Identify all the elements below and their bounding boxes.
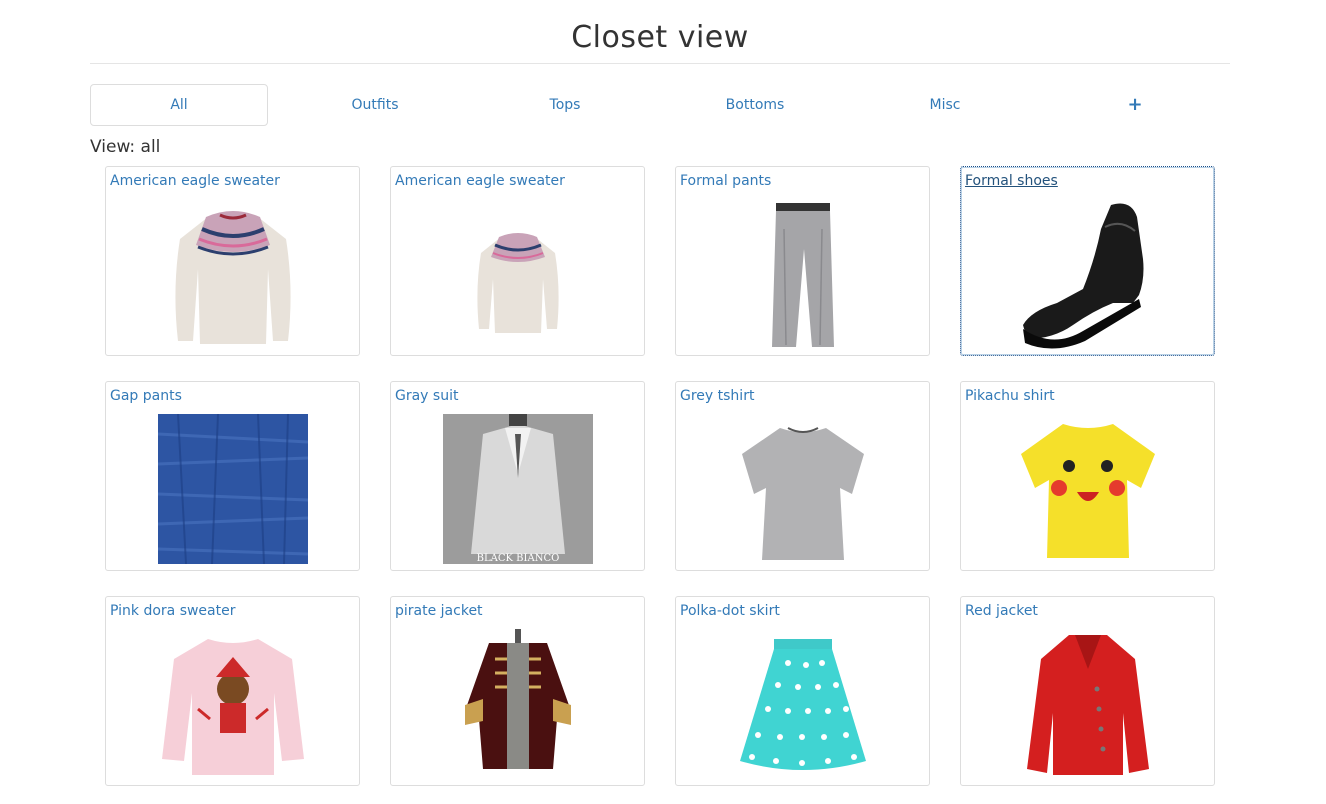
pikachu-shirt-image [1013,414,1163,564]
item-name-link[interactable]: Formal shoes [965,172,1058,190]
polka-skirt-image [728,629,878,779]
item-card[interactable]: American eagle sweater [105,166,360,356]
item-name-link[interactable]: Pink dora sweater [110,602,236,620]
item-card[interactable]: Polka-dot skirt [675,596,930,786]
add-tab-button[interactable]: + [1040,84,1230,126]
item-name-link[interactable]: American eagle sweater [395,172,565,190]
item-card[interactable]: Gray suit BLACK BIANCO [390,381,645,571]
pink-sweater-image [158,629,308,779]
tab-outfits[interactable]: Outfits [280,84,470,126]
denim-fabric-image [158,414,308,564]
item-card[interactable]: American eagle sweater [390,166,645,356]
tab-tops[interactable]: Tops [470,84,660,126]
tab-all[interactable]: All [90,84,268,126]
item-name-link[interactable]: Polka-dot skirt [680,602,780,620]
item-name-link[interactable]: Red jacket [965,602,1038,620]
item-card[interactable]: Grey tshirt [675,381,930,571]
item-card[interactable]: Red jacket [960,596,1215,786]
category-tabs: All Outfits Tops Bottoms Misc + [90,84,1230,126]
tab-misc[interactable]: Misc [850,84,1040,126]
item-name-link[interactable]: Grey tshirt [680,387,754,405]
title-divider [90,63,1230,64]
item-card[interactable]: Formal shoes [960,166,1215,356]
gray-suit-image: BLACK BIANCO [443,414,593,564]
gray-tshirt-image [728,414,878,564]
pirate-jacket-image [443,629,593,779]
tab-bottoms[interactable]: Bottoms [660,84,850,126]
view-label: View: all [90,137,161,157]
black-shoe-image [1013,199,1163,349]
item-name-link[interactable]: Formal pants [680,172,771,190]
item-card[interactable]: Gap pants [105,381,360,571]
brand-watermark: BLACK BIANCO [477,553,560,564]
item-card[interactable]: Formal pants [675,166,930,356]
patterned-sweater-image [158,199,308,349]
item-name-link[interactable]: Pikachu shirt [965,387,1055,405]
item-card[interactable]: Pikachu shirt [960,381,1215,571]
item-name-link[interactable]: Gap pants [110,387,182,405]
gray-pants-image [728,199,878,349]
item-name-link[interactable]: American eagle sweater [110,172,280,190]
page-title: Closet view [571,20,749,55]
item-card[interactable]: Pink dora sweater [105,596,360,786]
item-card[interactable]: pirate jacket [390,596,645,786]
item-name-link[interactable]: pirate jacket [395,602,483,620]
red-jacket-image [1013,629,1163,779]
patterned-sweater-image [443,199,593,349]
item-name-link[interactable]: Gray suit [395,387,458,405]
